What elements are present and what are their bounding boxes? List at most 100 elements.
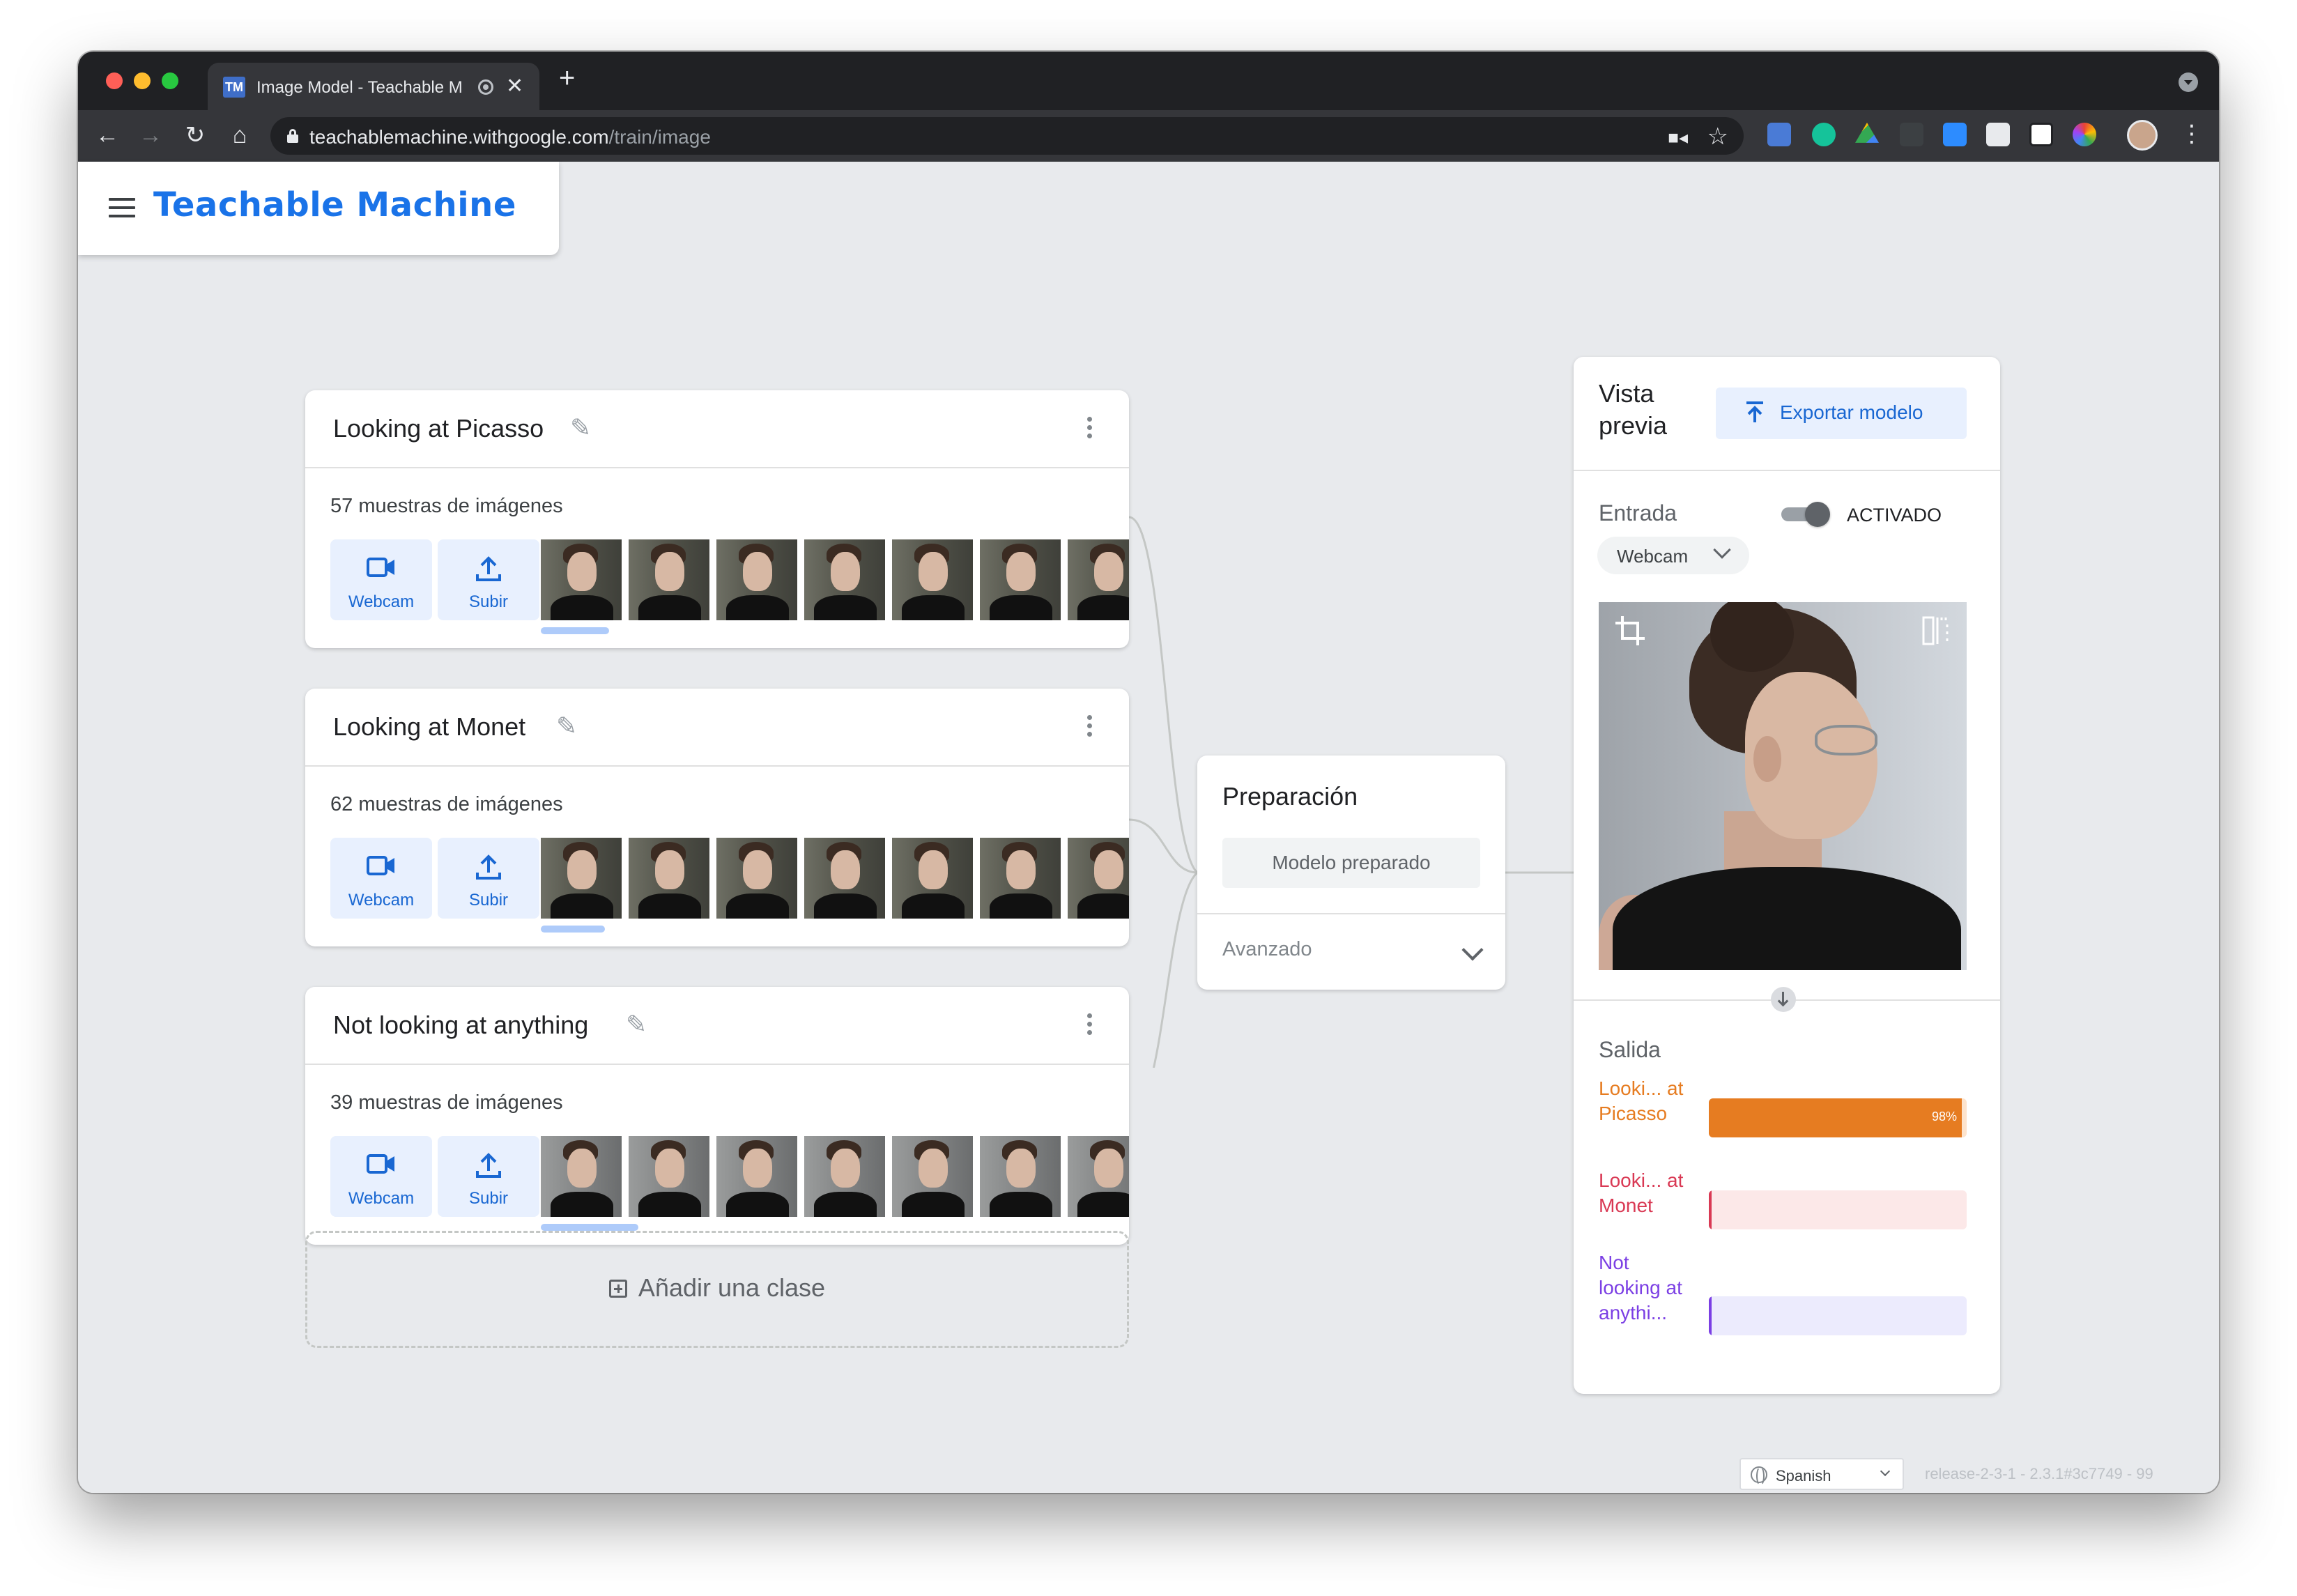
class-card-picasso: Looking at Picasso ✎ 57 muestras de imág… [305, 390, 1129, 648]
crop-icon[interactable] [1614, 615, 1646, 647]
output-class-label: Looki... at Picasso [1599, 1077, 1684, 1124]
advanced-section[interactable]: Avanzado [1197, 913, 1505, 990]
input-toggle[interactable] [1781, 502, 1830, 527]
sample-thumbnail[interactable] [1068, 1136, 1129, 1217]
sample-thumbnail[interactable] [892, 539, 973, 620]
advanced-label: Avanzado [1222, 938, 1312, 960]
sample-thumbnail[interactable] [1068, 539, 1129, 620]
input-source-select[interactable]: Webcam [1597, 537, 1749, 574]
class-card-monet: Looking at Monet ✎ 62 muestras de imágen… [305, 689, 1129, 946]
new-tab-button[interactable]: + [559, 63, 575, 94]
toggle-state-label: ACTIVADO [1847, 505, 1942, 525]
sample-thumbnail[interactable] [892, 838, 973, 919]
language-value: Spanish [1776, 1467, 1831, 1484]
thumbnail-scrollbar[interactable] [541, 926, 605, 933]
maximize-window-button[interactable] [162, 72, 178, 89]
sample-thumbnail[interactable] [541, 539, 622, 620]
bookmark-star-icon[interactable]: ☆ [1707, 123, 1728, 151]
sample-thumbnail[interactable] [629, 539, 709, 620]
edit-pencil-icon[interactable]: ✎ [556, 712, 584, 740]
translate-extension-icon[interactable] [1767, 123, 1791, 146]
output-label: Salida [1599, 1037, 1661, 1062]
back-button[interactable]: ← [92, 120, 123, 151]
arrow-down-icon [1771, 987, 1796, 1012]
input-label: Entrada [1599, 500, 1677, 525]
class-options-icon[interactable] [1086, 1013, 1093, 1041]
profile-avatar[interactable] [2127, 120, 2158, 151]
thumbnail-scrollbar[interactable] [541, 627, 609, 634]
confidence-fill [1709, 1190, 1712, 1229]
forward-button[interactable]: → [135, 120, 166, 151]
thumbnail-scrollbar[interactable] [541, 1224, 638, 1231]
sample-thumbnail[interactable] [980, 539, 1061, 620]
sample-thumbnail[interactable] [980, 838, 1061, 919]
training-title: Preparación [1222, 782, 1358, 811]
chevron-down-icon [1713, 541, 1731, 559]
sample-thumbnail[interactable] [804, 1136, 885, 1217]
confidence-bar: 98% [1709, 1098, 1967, 1137]
confidence-bar [1709, 1296, 1967, 1335]
sample-thumbnail[interactable] [716, 1136, 797, 1217]
class-options-icon[interactable] [1086, 715, 1093, 743]
readlater-extension-icon[interactable] [1986, 123, 2010, 146]
upload-button[interactable]: Subir [438, 838, 539, 919]
drive-extension-icon[interactable] [1855, 123, 1879, 143]
sample-thumbnail[interactable] [629, 1136, 709, 1217]
lock-icon [287, 129, 298, 143]
sample-thumbnails [541, 1136, 1129, 1217]
sample-thumbnail[interactable] [1068, 838, 1129, 919]
edit-pencil-icon[interactable]: ✎ [626, 1011, 654, 1038]
sample-thumbnail[interactable] [892, 1136, 973, 1217]
reload-button[interactable]: ↻ [180, 120, 210, 151]
confidence-fill [1709, 1098, 1962, 1137]
class-options-icon[interactable] [1086, 417, 1093, 445]
upload-button[interactable]: Subir [438, 1136, 539, 1217]
tab-search-button[interactable] [2179, 72, 2198, 92]
add-class-button[interactable]: Añadir una clase [305, 1231, 1129, 1348]
sample-thumbnail[interactable] [804, 539, 885, 620]
browser-menu-icon[interactable]: ⋮ [2180, 120, 2204, 148]
address-bar[interactable]: teachablemachine.withgoogle.com/train/im… [270, 117, 1744, 155]
export-model-button[interactable]: Exportar modelo [1716, 388, 1967, 439]
train-model-button[interactable]: Modelo preparado [1222, 838, 1480, 888]
class-name[interactable]: Looking at Picasso [333, 414, 544, 443]
chevron-down-icon[interactable] [1461, 939, 1484, 961]
sample-thumbnail[interactable] [629, 838, 709, 919]
home-button[interactable]: ⌂ [224, 120, 255, 151]
sample-thumbnail[interactable] [716, 539, 797, 620]
tab-close-icon[interactable]: ✕ [506, 74, 523, 98]
favicon-icon: TM [223, 77, 245, 98]
camera-in-use-icon[interactable]: ■◂ [1668, 127, 1688, 148]
webcam-button-label: Webcam [348, 1189, 415, 1208]
minimize-window-button[interactable] [134, 72, 151, 89]
sample-thumbnail[interactable] [716, 838, 797, 919]
grammarly-extension-icon[interactable] [1812, 123, 1836, 146]
output-class-label: Looki... at Monet [1599, 1169, 1684, 1216]
sample-thumbnail[interactable] [541, 1136, 622, 1217]
webcam-button[interactable]: Webcam [330, 838, 432, 919]
sample-thumbnail[interactable] [804, 838, 885, 919]
browser-tab[interactable]: TM Image Model - Teachable M ✕ [208, 63, 539, 110]
sample-thumbnail[interactable] [541, 838, 622, 919]
edit-pencil-icon[interactable]: ✎ [570, 414, 598, 442]
tab-title: Image Model - Teachable M [256, 78, 463, 97]
hidden-extension-icon[interactable] [1900, 123, 1923, 146]
flip-icon[interactable] [1919, 615, 1951, 647]
browser-toolbar: ← → ↻ ⌂ teachablemachine.withgoogle.com/… [78, 110, 2219, 162]
webcam-button[interactable]: Webcam [330, 539, 432, 620]
close-window-button[interactable] [106, 72, 123, 89]
sample-thumbnail[interactable] [980, 1136, 1061, 1217]
upload-button[interactable]: Subir [438, 539, 539, 620]
webcam-button[interactable]: Webcam [330, 1136, 432, 1217]
class-card-header: Looking at Picasso ✎ [305, 390, 1129, 468]
upload-icon [476, 556, 501, 581]
zoom-extension-icon[interactable] [1943, 123, 1967, 146]
language-select[interactable]: Spanish [1739, 1458, 1904, 1490]
class-name[interactable]: Not looking at anything [333, 1011, 588, 1040]
webcam-button-label: Webcam [348, 592, 415, 611]
webcam-icon [367, 558, 394, 577]
notion-extension-icon[interactable] [2029, 123, 2053, 146]
recording-icon [478, 79, 493, 95]
webcam-button-label: Webcam [348, 891, 415, 910]
class-name[interactable]: Looking at Monet [333, 712, 525, 742]
